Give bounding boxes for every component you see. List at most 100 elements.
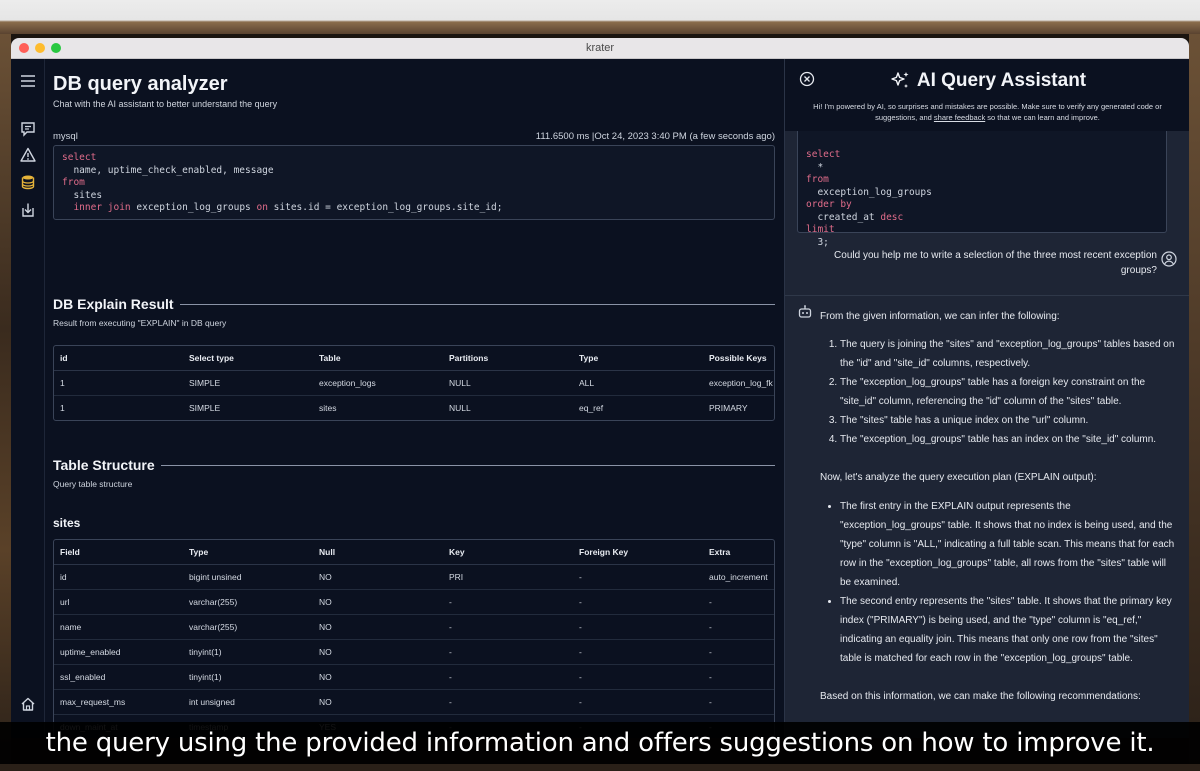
assistant-title: AI Query Assistant: [916, 70, 1087, 91]
code-keyword: from: [806, 174, 829, 185]
query-timing: 111.6500 ms |Oct 24, 2023 3:40 PM (a few…: [535, 131, 775, 142]
code-text: name, uptime_check_enabled, message: [62, 164, 274, 176]
home-icon[interactable]: [18, 694, 38, 714]
table-cell: 1: [54, 370, 183, 396]
code-keyword: from: [62, 177, 85, 188]
answer-recommend-intro: Based on this information, we can make t…: [820, 691, 1141, 702]
structure-section-header: Table Structure: [53, 457, 775, 473]
table-cell: -: [573, 664, 703, 690]
query-meta-row: mysql 111.6500 ms |Oct 24, 2023 3:40 PM …: [53, 131, 775, 142]
table-cell: max_request_ms: [54, 689, 183, 715]
code-line: inner join exception_log_groups on sites…: [62, 202, 766, 215]
list-item: The second entry represents the "sites" …: [840, 592, 1178, 668]
table-cell: -: [703, 689, 774, 715]
table-cell: -: [443, 689, 573, 715]
divider: [160, 464, 775, 466]
table-cell: id: [54, 564, 183, 590]
code-line: select: [62, 152, 766, 165]
explain-table: id Select type Table Partitions Type Possible…: [53, 345, 775, 421]
table-cell: eq_ref: [579, 402, 604, 413]
table-row: 1 SIMPLE sites NULL eq_ref PRIMARY: [54, 395, 774, 420]
column-header: Table: [313, 346, 443, 371]
table-cell: NO: [313, 589, 443, 615]
assistant-header: AI Query Assistant Hi! I'm powered by AI…: [785, 59, 1189, 131]
list-item: The "sites" table has a unique index on …: [840, 411, 1178, 430]
warning-icon[interactable]: [18, 145, 38, 165]
table-row: 1 SIMPLE exception_logs NULL ALL exception_lo…: [54, 370, 774, 396]
table-cell: ALL: [573, 370, 703, 396]
table-cell: SIMPLE: [189, 402, 221, 413]
table-cell: exception_log_fk: [703, 370, 774, 396]
column-header: Possible Keys: [703, 346, 774, 371]
code-text: 3;: [806, 236, 829, 248]
table-cell: -: [703, 589, 774, 615]
code-line: limit: [806, 224, 1158, 237]
zoom-window-button[interactable]: [51, 43, 61, 53]
robot-icon: [797, 304, 813, 320]
close-window-button[interactable]: [19, 43, 29, 53]
minimize-window-button[interactable]: [35, 43, 45, 53]
menu-icon[interactable]: [18, 71, 38, 91]
page-title: DB query analyzer: [53, 73, 228, 95]
table-cell: sites: [319, 402, 337, 413]
answer-plan-intro: Now, let's analyze the query execution p…: [820, 472, 1097, 483]
table-cell: url: [54, 589, 183, 615]
code-keyword: select: [62, 152, 97, 163]
disclaimer-text-end: so that we can learn and improve.: [985, 113, 1100, 122]
table-cell: NO: [313, 689, 443, 715]
table-cell: NO: [313, 639, 443, 665]
desktop-background-bottom: [0, 764, 1200, 771]
column-header: Select type: [183, 346, 313, 371]
code-keyword: limit: [806, 224, 835, 235]
page-subtitle: Chat with the AI assistant to better und…: [53, 99, 278, 109]
table-cell: tinyint(1): [183, 639, 313, 665]
code-keyword: desc: [880, 211, 904, 223]
column-header: Field: [54, 540, 183, 565]
assistant-disclaimer: Hi! I'm powered by AI, so surprises and …: [805, 101, 1170, 123]
table-cell: -: [573, 614, 703, 640]
column-header: Partitions: [443, 346, 573, 371]
code-keyword: select: [806, 149, 841, 160]
code-text: created_at: [806, 211, 881, 223]
assistant-title-row: AI Query Assistant: [785, 70, 1189, 92]
table-cell: -: [703, 664, 774, 690]
database-icon[interactable]: [18, 172, 38, 192]
column-header: Type: [183, 540, 313, 565]
code-keyword: on: [256, 202, 268, 213]
share-feedback-link[interactable]: share feedback: [934, 113, 985, 122]
table-cell: NULL: [449, 402, 471, 413]
column-header: Extra: [703, 540, 774, 565]
code-line: sites: [62, 190, 766, 203]
table-row: id bigint unsined NO PRI - auto_increment: [54, 564, 774, 590]
sparkles-icon: [891, 72, 909, 88]
desktop-background-right: [1189, 34, 1200, 771]
table-row: url varchar(255) NO - - -: [54, 589, 774, 615]
plan-point-list: The first entry in the EXPLAIN output re…: [820, 497, 1178, 668]
assistant-answer: From the given information, we can infer…: [820, 307, 1178, 706]
column-header: Null: [313, 540, 443, 565]
code-keyword: order by: [806, 199, 852, 210]
table-cell: SIMPLE: [183, 370, 313, 396]
query-code-block[interactable]: select name, uptime_check_enabled, messa…: [53, 145, 775, 220]
column-header: Foreign Key: [573, 540, 703, 565]
user-avatar-icon: [1161, 251, 1177, 267]
nav-rail: [11, 59, 45, 738]
code-text: *: [806, 161, 824, 173]
column-header: id: [54, 346, 183, 371]
table-cell: PRIMARY: [709, 402, 748, 413]
db-engine-label: mysql: [53, 131, 78, 142]
list-item: The first entry in the EXPLAIN output re…: [840, 497, 1178, 592]
inference-list: The query is joining the "sites" and "ex…: [820, 335, 1178, 449]
code-text: exception_log_groups: [806, 186, 932, 198]
table-cell: name: [54, 614, 183, 640]
chat-icon[interactable]: [18, 119, 38, 139]
explain-subtitle: Result from executing "EXPLAIN" in DB qu…: [53, 318, 227, 328]
download-icon[interactable]: [18, 200, 38, 220]
explain-title: DB Explain Result: [53, 296, 174, 312]
list-item: The query is joining the "sites" and "ex…: [840, 335, 1178, 373]
window-titlebar: krater: [11, 38, 1189, 59]
table-cell: NO: [313, 564, 443, 590]
list-item: The "exception_log_groups" table has an …: [840, 430, 1178, 449]
table-cell: -: [443, 589, 573, 615]
table-cell: -: [443, 639, 573, 665]
